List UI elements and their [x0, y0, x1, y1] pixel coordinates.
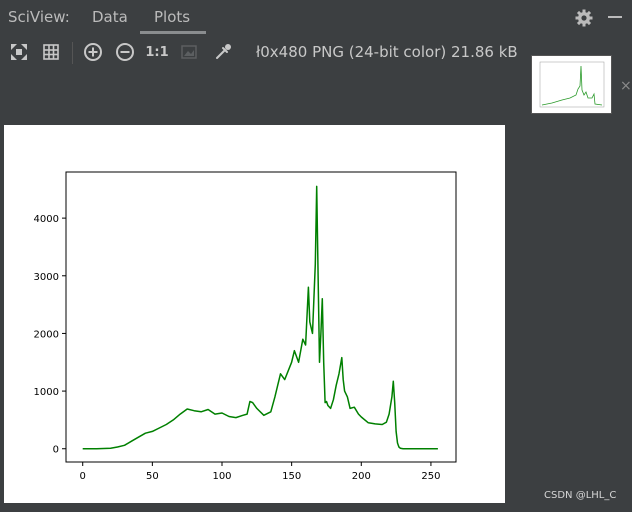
thumbnail-preview [539, 61, 605, 108]
zoom-in-icon[interactable] [82, 41, 104, 63]
series-line [82, 185, 438, 450]
close-icon[interactable]: × [620, 78, 632, 94]
toolbar-separator [72, 42, 73, 64]
gear-icon[interactable] [574, 8, 594, 28]
app-title: SciView: [8, 8, 70, 26]
x-tick-label: 200 [352, 471, 371, 482]
y-tick-label: 2000 [34, 329, 59, 340]
zoom-out-icon[interactable] [114, 41, 136, 63]
plot-thumbnail[interactable] [531, 55, 612, 114]
color-picker-icon[interactable] [212, 41, 234, 63]
tab-data[interactable]: Data [92, 8, 128, 26]
image-info-text: ł0x480 PNG (24-bit color) 21.86 kB [256, 43, 518, 61]
x-tick-label: 50 [146, 471, 159, 482]
background-icon[interactable] [178, 41, 200, 63]
x-tick-label: 0 [80, 471, 86, 482]
tab-plots[interactable]: Plots [154, 8, 190, 26]
plot-canvas: 0 50 100 150 200 250 0 1000 2000 3000 4000 [4, 125, 505, 503]
y-tick-label: 0 [53, 445, 59, 456]
watermark: CSDN @LHL_C [544, 490, 617, 501]
grid-icon[interactable] [40, 41, 62, 63]
minimize-icon[interactable] [608, 16, 622, 18]
thumbnail-series-line [541, 65, 603, 106]
y-tick-label: 1000 [34, 387, 59, 398]
x-tick-label: 100 [212, 471, 231, 482]
x-tick-label: 250 [421, 471, 440, 482]
active-tab-indicator [140, 31, 206, 34]
actual-size-icon[interactable]: 1:1 [145, 41, 168, 63]
plot-frame [65, 171, 457, 463]
y-tick-label: 4000 [34, 214, 59, 225]
histogram-chart: 0 50 100 150 200 250 0 1000 2000 3000 4000 [34, 171, 457, 482]
fit-icon[interactable] [8, 41, 30, 63]
y-tick-label: 3000 [34, 272, 59, 283]
title-bar: SciView: Data Plots [0, 0, 632, 34]
x-tick-label: 150 [282, 471, 301, 482]
toolbar: 1:1 ł0x480 PNG (24-bit color) 21.86 kB [0, 38, 520, 68]
